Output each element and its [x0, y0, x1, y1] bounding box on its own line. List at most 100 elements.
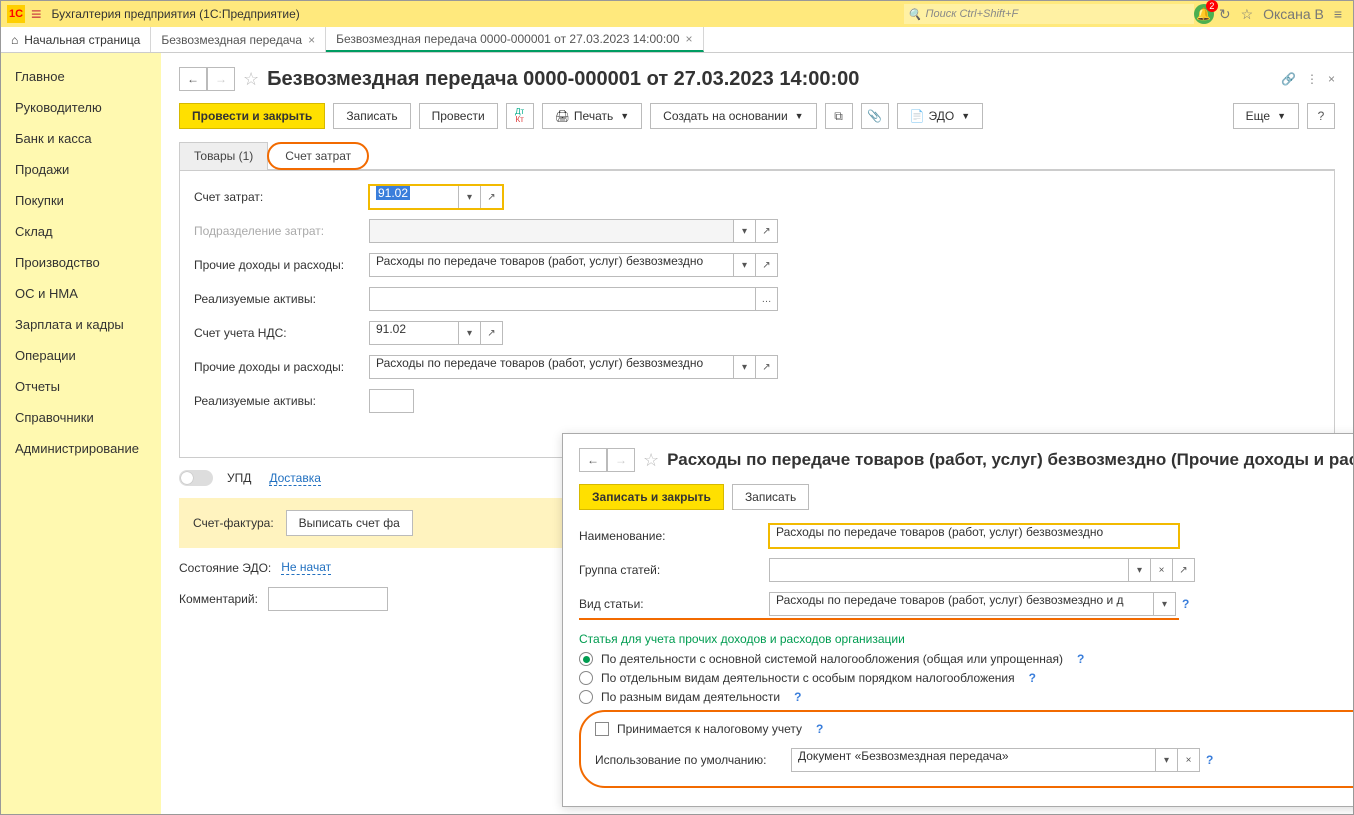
- sidebar-item[interactable]: Администрирование: [1, 433, 161, 464]
- close-icon[interactable]: ×: [686, 32, 693, 46]
- tab-doc-form[interactable]: Безвозмездная передача 0000-000001 от 27…: [326, 27, 703, 52]
- help-icon[interactable]: ?: [794, 690, 801, 704]
- content-area: ← → ☆ Безвозмездная передача 0000-000001…: [161, 53, 1353, 814]
- tab-goods[interactable]: Товары (1): [179, 142, 268, 170]
- sidebar-item[interactable]: Банк и касса: [1, 123, 161, 154]
- help-icon[interactable]: ?: [1077, 652, 1084, 666]
- close-icon[interactable]: ×: [1328, 72, 1335, 86]
- global-search-input[interactable]: 🔍 Поиск Ctrl+Shift+F: [904, 4, 1194, 24]
- radio-main-tax[interactable]: По деятельности с основной системой нало…: [579, 652, 1353, 666]
- open-icon[interactable]: ↗: [756, 253, 778, 277]
- sidebar-item[interactable]: Склад: [1, 216, 161, 247]
- other-income-input[interactable]: Расходы по передаче товаров (работ, услу…: [369, 253, 734, 277]
- sidebar-item[interactable]: Руководителю: [1, 92, 161, 123]
- save-button[interactable]: Записать: [333, 103, 410, 129]
- clear-icon[interactable]: ×: [1178, 748, 1200, 772]
- nav-forward-button[interactable]: →: [207, 67, 235, 91]
- sidebar-item[interactable]: Отчеты: [1, 371, 161, 402]
- sidebar-item[interactable]: Справочники: [1, 402, 161, 433]
- more-button[interactable]: Еще▼: [1233, 103, 1299, 129]
- label-assets: Реализуемые активы:: [194, 292, 369, 306]
- notifications-icon[interactable]: 🔔2: [1194, 4, 1214, 24]
- dropdown-icon[interactable]: ▾: [734, 253, 756, 277]
- other-income-input2[interactable]: Расходы по передаче товаров (работ, услу…: [369, 355, 734, 379]
- popup-favorite-icon[interactable]: ☆: [643, 450, 659, 471]
- post-and-close-button[interactable]: Провести и закрыть: [179, 103, 325, 129]
- tab-home[interactable]: ⌂Начальная страница: [1, 27, 151, 52]
- nds-account-input[interactable]: 91.02: [369, 321, 459, 345]
- help-icon[interactable]: ?: [1206, 753, 1213, 767]
- print-button[interactable]: 🖨Печать▼: [542, 103, 642, 129]
- popup-name-input[interactable]: Расходы по передаче товаров (работ, услу…: [769, 524, 1179, 548]
- help-button[interactable]: ?: [1307, 103, 1335, 129]
- write-invoice-button[interactable]: Выписать счет фа: [286, 510, 413, 536]
- popup-nav-forward[interactable]: →: [607, 448, 635, 472]
- radio-various[interactable]: По разным видам деятельности?: [579, 690, 1353, 704]
- edo-state-link[interactable]: Не начат: [281, 560, 331, 575]
- dropdown-icon[interactable]: ▾: [1156, 748, 1178, 772]
- popup-other-income-item: ← → ☆ Расходы по передаче товаров (работ…: [562, 433, 1353, 807]
- tab-doc-list[interactable]: Безвозмездная передача×: [151, 27, 326, 52]
- sidebar-item[interactable]: ОС и НМА: [1, 278, 161, 309]
- assets-input2[interactable]: [369, 389, 414, 413]
- popup-nav-back[interactable]: ←: [579, 448, 607, 472]
- edo-button[interactable]: 📄ЭДО▼: [897, 103, 984, 129]
- popup-default-input[interactable]: Документ «Безвозмездная передача»: [791, 748, 1156, 772]
- popup-group-input[interactable]: [769, 558, 1129, 582]
- dropdown-icon[interactable]: ▾: [1129, 558, 1151, 582]
- menu-icon[interactable]: ≡: [31, 4, 42, 25]
- open-icon[interactable]: ↗: [481, 321, 503, 345]
- dropdown-icon[interactable]: ▾: [1154, 592, 1176, 616]
- sidebar-item[interactable]: Главное: [1, 61, 161, 92]
- dropdown-icon[interactable]: ▾: [459, 185, 481, 209]
- popup-save-button[interactable]: Записать: [732, 484, 809, 510]
- help-icon[interactable]: ?: [816, 722, 823, 736]
- history-icon[interactable]: ↻: [1219, 6, 1231, 23]
- open-icon[interactable]: ↗: [1173, 558, 1195, 582]
- upd-toggle[interactable]: [179, 470, 213, 486]
- cost-account-input[interactable]: 91.02: [369, 185, 459, 209]
- popup-title: Расходы по передаче товаров (работ, услу…: [667, 450, 1353, 470]
- open-icon[interactable]: ↗: [481, 185, 503, 209]
- favorite-icon[interactable]: ☆: [243, 69, 259, 90]
- sidebar-item[interactable]: Покупки: [1, 185, 161, 216]
- label-group: Группа статей:: [579, 563, 769, 577]
- help-icon[interactable]: ?: [1182, 597, 1189, 611]
- comment-input[interactable]: [268, 587, 388, 611]
- sidebar-item[interactable]: Производство: [1, 247, 161, 278]
- close-icon[interactable]: ×: [308, 33, 315, 47]
- post-button[interactable]: Провести: [419, 103, 498, 129]
- link-icon[interactable]: 🔗: [1281, 72, 1296, 86]
- links-button[interactable]: ⧉: [825, 103, 853, 129]
- create-based-button[interactable]: Создать на основании▼: [650, 103, 816, 129]
- notification-badge: 2: [1206, 0, 1218, 12]
- ellipsis-icon[interactable]: …: [756, 287, 778, 311]
- window-menu-icon[interactable]: ≡: [1334, 6, 1342, 22]
- user-name[interactable]: Оксана В: [1263, 6, 1324, 22]
- dropdown-icon[interactable]: ▾: [734, 219, 756, 243]
- tab-cost-account[interactable]: Счет затрат: [267, 142, 369, 170]
- help-icon[interactable]: ?: [1029, 671, 1036, 685]
- sidebar-item[interactable]: Продажи: [1, 154, 161, 185]
- clear-icon[interactable]: ×: [1151, 558, 1173, 582]
- popup-save-close-button[interactable]: Записать и закрыть: [579, 484, 724, 510]
- label-name: Наименование:: [579, 529, 769, 543]
- assets-input[interactable]: [369, 287, 756, 311]
- dropdown-icon[interactable]: ▾: [459, 321, 481, 345]
- favorites-icon[interactable]: ☆: [1241, 6, 1254, 23]
- attach-button[interactable]: 📎: [861, 103, 889, 129]
- tax-account-checkbox[interactable]: [595, 722, 609, 736]
- radio-special-tax[interactable]: По отдельным видам деятельности с особым…: [579, 671, 1353, 685]
- kebab-icon[interactable]: ⋮: [1306, 72, 1318, 86]
- sidebar-item[interactable]: Зарплата и кадры: [1, 309, 161, 340]
- nav-back-button[interactable]: ←: [179, 67, 207, 91]
- sidebar-item[interactable]: Операции: [1, 340, 161, 371]
- popup-type-input[interactable]: Расходы по передаче товаров (работ, услу…: [769, 592, 1154, 616]
- dropdown-icon[interactable]: ▾: [734, 355, 756, 379]
- open-icon[interactable]: ↗: [756, 355, 778, 379]
- tab-label: Безвозмездная передача 0000-000001 от 27…: [336, 32, 679, 46]
- open-icon[interactable]: ↗: [756, 219, 778, 243]
- delivery-link[interactable]: Доставка: [269, 471, 321, 486]
- label-cost-account: Счет затрат:: [194, 190, 369, 204]
- dtkt-button[interactable]: ДтКт: [506, 103, 534, 129]
